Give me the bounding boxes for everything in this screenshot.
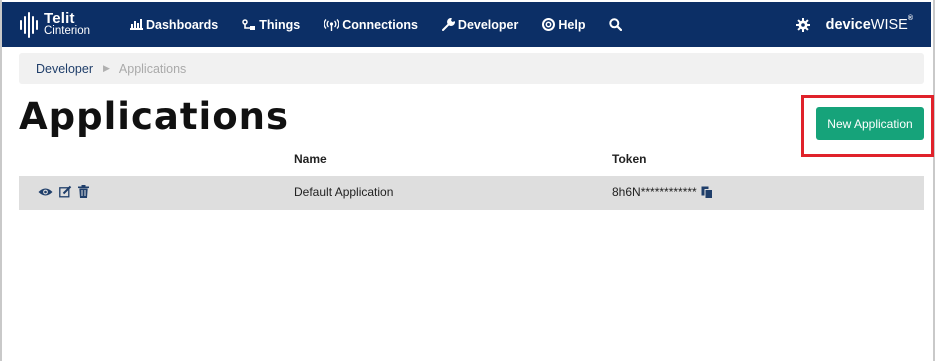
row-token-value: 8h6N************: [612, 185, 697, 199]
logo-text: Telit Cinterion: [44, 9, 91, 37]
breadcrumb-current: Applications: [118, 61, 187, 76]
row-token: 8h6N************: [612, 185, 713, 199]
row-actions: [38, 185, 89, 198]
page-title: Applications: [19, 95, 290, 138]
nav-developer-label: Developer: [457, 17, 519, 32]
column-header-token[interactable]: Token: [612, 152, 646, 166]
nav-things-label: Things: [259, 17, 301, 32]
nav-help[interactable]: Help: [542, 18, 585, 32]
nav-dashboards[interactable]: Dashboards: [130, 18, 218, 32]
column-header-name[interactable]: Name: [294, 152, 327, 166]
nav-connections-label: Connections: [342, 17, 418, 32]
table-row: Default Application 8h6N************: [19, 176, 924, 210]
breadcrumb-separator-icon: ▶: [102, 63, 110, 73]
nav-dashboards-label: Dashboards: [146, 17, 219, 32]
edit-button[interactable]: [59, 185, 72, 198]
search-icon: [609, 18, 623, 31]
logo-line1: Telit: [44, 9, 75, 27]
brand-mark: ®: [907, 14, 913, 22]
logo-line2: Cinterion: [44, 24, 91, 37]
breadcrumb: Developer ▶ Applications: [19, 53, 924, 84]
brand-bold: device: [825, 16, 871, 33]
nav-connections[interactable]: Connections: [324, 18, 418, 32]
wrench-icon: [441, 18, 455, 31]
top-navbar: Telit Cinterion Dashboards Things Connec…: [2, 2, 931, 47]
eye-icon: [38, 188, 53, 195]
table-header: Name Token: [19, 150, 924, 174]
copy-token-button[interactable]: [701, 186, 713, 199]
copy-icon: [701, 186, 713, 199]
view-button[interactable]: [38, 187, 53, 197]
lifebuoy-icon: [542, 18, 556, 31]
delete-button[interactable]: [78, 185, 89, 198]
brand-light: WISE: [870, 16, 908, 33]
new-application-button[interactable]: New Application: [816, 107, 924, 140]
things-icon: [242, 18, 256, 30]
devicewise-brand[interactable]: deviceWISE®: [825, 14, 913, 33]
bar-chart-icon: [130, 19, 143, 30]
telit-logo[interactable]: Telit Cinterion: [20, 10, 110, 40]
settings-button[interactable]: [795, 17, 810, 32]
trash-icon: [78, 185, 89, 198]
nav-right: deviceWISE®: [795, 2, 913, 47]
nav-developer[interactable]: Developer: [441, 17, 519, 32]
signal-icon: [324, 18, 340, 31]
search-button[interactable]: [609, 18, 623, 31]
breadcrumb-developer[interactable]: Developer: [36, 62, 93, 76]
nav-help-label: Help: [558, 17, 586, 32]
logo-bars-icon: [20, 10, 38, 40]
edit-icon: [59, 185, 72, 198]
gear-icon: [795, 17, 810, 32]
row-name: Default Application: [294, 185, 394, 199]
nav-menu: Dashboards Things Connections Developer …: [130, 17, 623, 32]
nav-things[interactable]: Things: [242, 18, 300, 32]
